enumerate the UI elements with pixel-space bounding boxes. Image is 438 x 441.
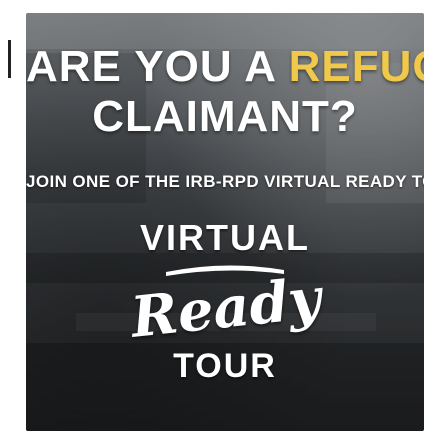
promo-banner: ARE YOU A REFUGEE CLAIMANT? JOIN ONE OF …: [26, 13, 424, 431]
edge-marker: [8, 40, 11, 78]
logo-script-word: Ready: [127, 265, 325, 351]
virtual-ready-tour-logo: VIRTUAL Ready TOUR: [128, 217, 324, 408]
subheadline: JOIN ONE OF THE IRB-RPD VIRTUAL READY TO…: [26, 172, 424, 191]
logo-bottom-word: TOUR: [173, 347, 277, 385]
headline-line-2: CLAIMANT?: [92, 92, 358, 141]
headline-line-1: ARE YOU A REFUGEE: [26, 43, 424, 91]
page-frame: ARE YOU A REFUGEE CLAIMANT? JOIN ONE OF …: [0, 0, 438, 441]
headline-prefix: ARE YOU A: [26, 42, 276, 91]
logo-top-word: VIRTUAL: [140, 217, 310, 258]
headline-accent-word: REFUGEE: [288, 42, 424, 91]
